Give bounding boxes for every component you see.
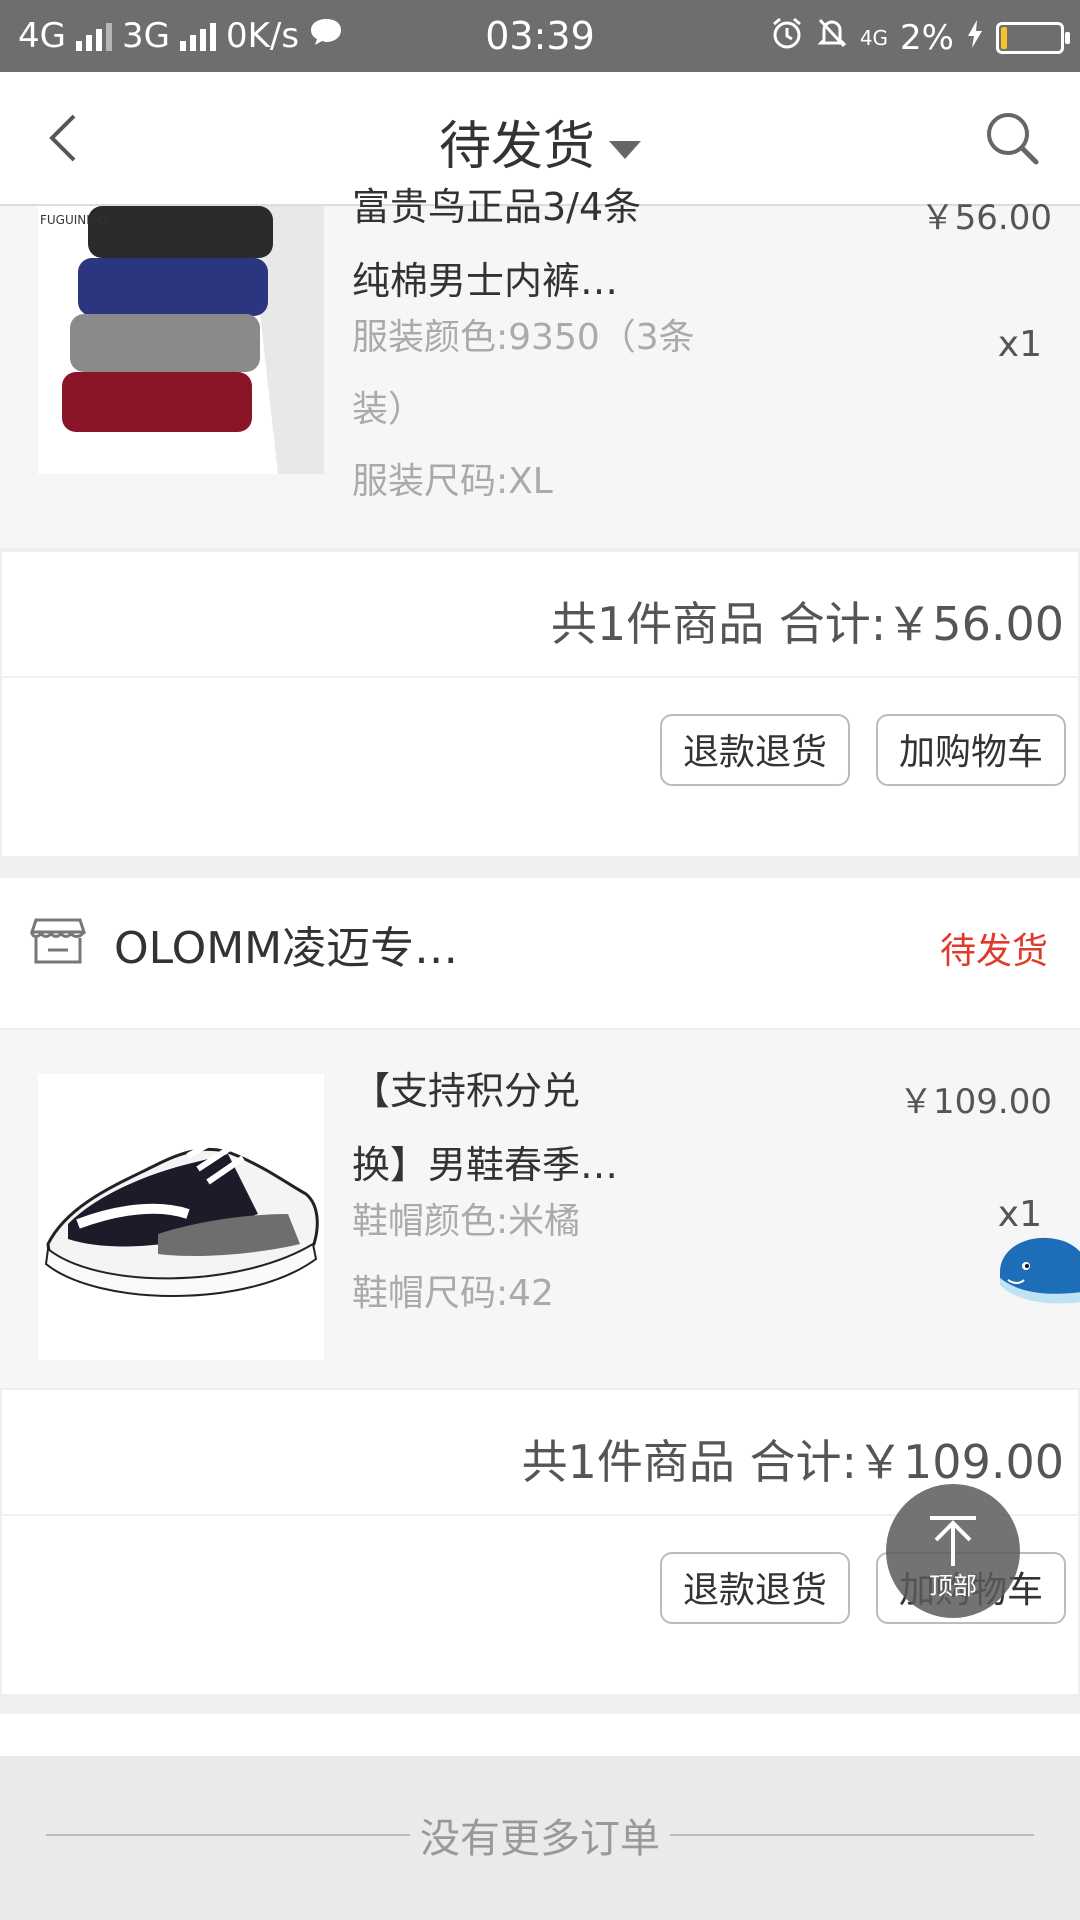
product-price: ￥56.00 [920, 198, 1052, 238]
add-to-cart-button[interactable]: 加购物车 [876, 714, 1066, 786]
charging-icon [966, 18, 984, 58]
card-bottom-strip [0, 1714, 1080, 1756]
order-1-actions: 退款退货 加购物车 [2, 678, 1078, 856]
status-bar: 4G 3G 0K/s 03:39 4G 2% [0, 0, 1080, 72]
network-type-3: 4G [859, 25, 889, 50]
search-icon[interactable] [980, 106, 1044, 170]
status-right: 4G 2% [770, 16, 1070, 59]
product-attr-size: 鞋帽尺码:42 [352, 1273, 554, 1314]
alarm-icon [770, 16, 804, 59]
svg-text:FUGUINIAO: FUGUINIAO [40, 213, 107, 227]
refund-button[interactable]: 退款退货 [660, 1552, 850, 1624]
product-price: ￥109.00 [899, 1082, 1052, 1122]
battery-icon [996, 21, 1070, 54]
product-name-line-1[interactable]: 【支持积分兑 [352, 1054, 812, 1128]
order-1-total-row: 共1件商品 合计:￥56.00 [2, 552, 1078, 678]
whale-mascot-icon[interactable] [990, 1222, 1080, 1312]
order-2-shop-header[interactable]: OLOMM凌迈专… 待发货 [0, 878, 1080, 1028]
dropdown-caret-icon [609, 141, 641, 159]
product-attr-color: 鞋帽颜色:米橘 [352, 1201, 581, 1242]
page-title-text: 待发货 [438, 117, 595, 177]
product-attr-color-cont: 装） [352, 389, 425, 430]
product-name-line-0[interactable]: 富贵鸟正品3/4条 [352, 170, 812, 244]
arrow-up-icon [930, 1516, 976, 1566]
shop-name[interactable]: OLOMM凌迈专… [114, 912, 458, 976]
product-quantity: x1 [997, 324, 1042, 365]
back-to-top-button[interactable]: 顶部 [886, 1484, 1020, 1618]
product-image-underwear[interactable]: FUGUINIAO [38, 206, 324, 474]
no-more-orders-text: 没有更多订单 [420, 1816, 660, 1862]
order-status: 待发货 [939, 931, 1048, 972]
back-to-top-label: 顶部 [929, 1572, 977, 1600]
refund-button[interactable]: 退款退货 [660, 714, 850, 786]
order-total: 共1件商品 合计:￥109.00 [521, 1435, 1064, 1489]
order-total: 共1件商品 合计:￥56.00 [550, 597, 1064, 651]
mute-icon [816, 16, 848, 59]
battery-percent: 2% [900, 17, 954, 58]
list-footer: 没有更多订单 [0, 1756, 1080, 1920]
product-image-sneaker[interactable] [38, 1074, 324, 1360]
product-attr-size: 服装尺码:XL [352, 461, 553, 502]
product-attr-color: 服装颜色:9350（3条 [352, 317, 695, 358]
order-1-product[interactable]: FUGUINIAO 富贵鸟正品3/4条 纯棉男士内裤… ￥56.00 服装颜色:… [0, 185, 1080, 548]
page-title[interactable]: 待发货 [0, 104, 1080, 179]
store-icon [30, 918, 86, 964]
order-2-product[interactable]: 【支持积分兑 换】男鞋春季… ￥109.00 鞋帽颜色:米橘 鞋帽尺码:42 x… [0, 1030, 1080, 1388]
divider [0, 548, 1080, 550]
